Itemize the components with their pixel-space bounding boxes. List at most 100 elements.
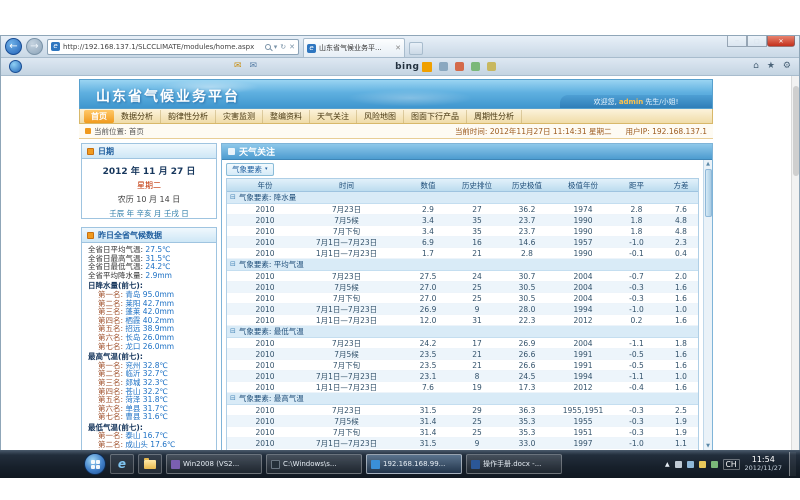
maximize-button[interactable]: □ bbox=[747, 36, 767, 47]
forward-button[interactable]: → bbox=[26, 38, 43, 55]
taskbar-window-button[interactable]: C:\Windows\s... bbox=[266, 454, 362, 474]
nav-item[interactable]: 周期性分析 bbox=[467, 110, 522, 123]
table-row[interactable]: 2010 7月5候 23.5 21 26.6 1991 -0.5 bbox=[227, 349, 698, 360]
table-row[interactable]: 2010 7月5候 31.4 25 35.3 1955 -0.3 bbox=[227, 416, 698, 427]
show-desktop-button[interactable] bbox=[789, 452, 796, 476]
table-cell: 2010 bbox=[241, 439, 289, 448]
taskbar-window-button[interactable]: Win2008 (VS2... bbox=[166, 454, 262, 474]
table-row[interactable]: 2010 7月23日 2.9 27 36.2 1974 2.8 bbox=[227, 204, 698, 215]
date-panel: 日期 2012 年 11 月 27 日 星期二 农历 10 月 14 日 壬辰 … bbox=[81, 143, 217, 219]
nav-item[interactable]: 灾害监测 bbox=[216, 110, 263, 123]
close-button[interactable]: ✕ bbox=[767, 36, 795, 47]
column-header[interactable]: 极值年份 bbox=[552, 180, 614, 191]
collapse-icon[interactable]: ⊟ bbox=[230, 261, 236, 268]
group-header[interactable]: ⊟ 气象要素: 最低气温 bbox=[227, 326, 698, 338]
group-header[interactable]: ⊟ 气象要素: 降水量 bbox=[227, 192, 698, 204]
toolbar-icon-4[interactable] bbox=[487, 62, 496, 71]
group-header[interactable]: ⊟ 气象要素: 最高气温 bbox=[227, 393, 698, 405]
taskbar-window-button[interactable]: 192.168.168.99... bbox=[366, 454, 462, 474]
collapse-icon[interactable]: ⊟ bbox=[230, 395, 236, 402]
table-cell: 30.7 bbox=[502, 272, 552, 281]
table-cell: 7月23日 bbox=[289, 271, 404, 282]
back-button[interactable]: ← bbox=[5, 38, 22, 55]
bing-search-icon[interactable] bbox=[422, 62, 432, 72]
home-icon[interactable]: ⌂ bbox=[753, 62, 759, 71]
column-header[interactable]: 方差 bbox=[659, 180, 703, 191]
toolbar-icon-3[interactable] bbox=[471, 62, 480, 71]
refresh-icon[interactable]: ↻ bbox=[280, 43, 286, 51]
chevron-down-icon[interactable]: ▾ bbox=[274, 43, 278, 51]
group-header[interactable]: ⊟ 气象要素: 平均气温 bbox=[227, 259, 698, 271]
table-row[interactable]: 2010 7月1日—7月23日 6.9 16 14.6 1957 -1.0 bbox=[227, 237, 698, 248]
table-cell: 1994 bbox=[552, 372, 614, 381]
taskbar-clock[interactable]: 11:54 2012/11/27 bbox=[745, 455, 784, 472]
table-row[interactable]: 2010 7月下旬 23.5 21 26.6 1991 -0.5 bbox=[227, 360, 698, 371]
column-header[interactable]: 数值 bbox=[404, 180, 452, 191]
search-icon[interactable] bbox=[265, 44, 271, 50]
network-icon[interactable] bbox=[711, 461, 718, 468]
tray-icon-3[interactable] bbox=[699, 461, 706, 468]
column-header[interactable]: 历史极值 bbox=[502, 180, 552, 191]
nav-item[interactable]: 风险地图 bbox=[357, 110, 404, 123]
tab-close-icon[interactable]: ✕ bbox=[395, 44, 401, 52]
tray-icon-1[interactable] bbox=[675, 461, 682, 468]
table-cell: 1991 bbox=[552, 350, 614, 359]
table-row[interactable]: 2010 7月下旬 3.4 35 23.7 1990 1.8 4 bbox=[227, 226, 698, 237]
table-row[interactable]: 2010 7月1日—7月23日 31.5 9 33.0 1997 -1.0 bbox=[227, 438, 698, 449]
taskbar-ie-icon[interactable]: e bbox=[110, 454, 134, 474]
panel-scrollbar[interactable]: ▲ ▼ bbox=[703, 160, 712, 450]
table-row[interactable]: 2010 7月下旬 31.4 25 35.3 1951 -0.3 bbox=[227, 427, 698, 438]
table-row[interactable]: 2010 7月5候 3.4 35 23.7 1990 1.8 4 bbox=[227, 215, 698, 226]
mail-icon[interactable]: ✉ bbox=[234, 62, 242, 71]
column-header[interactable]: 时间 bbox=[289, 180, 404, 191]
tray-expand-icon[interactable]: ▲ bbox=[665, 461, 670, 468]
collapse-icon[interactable]: ⊟ bbox=[230, 328, 236, 335]
minimize-button[interactable]: ─ bbox=[727, 36, 747, 47]
element-filter-button[interactable]: 气象要素 ▾ bbox=[226, 163, 274, 176]
nav-item[interactable]: 韵律性分析 bbox=[161, 110, 216, 123]
taskbar-window-button[interactable]: 操作手册.docx -... bbox=[466, 454, 562, 474]
scrollbar-thumb[interactable] bbox=[705, 169, 712, 217]
table-row[interactable]: 2010 7月下旬 27.0 25 30.5 2004 -0.3 bbox=[227, 293, 698, 304]
browser-tab[interactable]: e 山东省气候业务平... ✕ bbox=[303, 38, 405, 57]
bing-search[interactable]: bing bbox=[395, 62, 432, 72]
mail2-icon[interactable]: ✉ bbox=[250, 62, 258, 71]
browser-window: ← → e http://192.168.137.1/SLCCLIMATE/mo… bbox=[0, 35, 800, 450]
nav-item[interactable]: 首页 bbox=[84, 110, 114, 123]
table-cell: 2.8 bbox=[614, 205, 659, 214]
address-bar[interactable]: e http://192.168.137.1/SLCCLIMATE/module… bbox=[47, 39, 299, 55]
nav-item[interactable]: 图面下行产品 bbox=[404, 110, 467, 123]
stop-icon[interactable]: ✕ bbox=[289, 43, 295, 51]
scroll-up-icon[interactable]: ▲ bbox=[706, 160, 710, 168]
scroll-down-icon[interactable]: ▼ bbox=[706, 442, 710, 450]
table-row[interactable]: 2010 7月23日 27.5 24 30.7 2004 -0.7 bbox=[227, 271, 698, 282]
nav-item[interactable]: 数据分析 bbox=[114, 110, 161, 123]
table-row[interactable]: 2010 1月1日—7月23日 7.6 19 17.3 2012 -0.4 bbox=[227, 382, 698, 393]
column-header[interactable]: 历史排位 bbox=[452, 180, 502, 191]
tools-icon[interactable]: ⚙ bbox=[783, 62, 791, 71]
toolbar-icon-1[interactable] bbox=[439, 62, 448, 71]
table-row[interactable]: 2010 7月23日 31.5 29 36.3 1955,1951 -0.3 bbox=[227, 405, 698, 416]
language-indicator[interactable]: CH bbox=[723, 459, 740, 470]
browser-scrollbar[interactable] bbox=[791, 76, 799, 450]
favorites-icon[interactable]: ★ bbox=[767, 62, 775, 71]
toolbar-logo-icon[interactable] bbox=[9, 60, 22, 73]
column-header[interactable]: 年份 bbox=[241, 180, 289, 191]
table-row[interactable]: 2010 1月1日—7月23日 1.7 21 2.8 1990 -0.1 bbox=[227, 248, 698, 259]
table-row[interactable]: 2010 7月5候 27.0 25 30.5 2004 -0.3 bbox=[227, 282, 698, 293]
taskbar-explorer-icon[interactable] bbox=[138, 454, 162, 474]
table-row[interactable]: 2010 7月1日—7月23日 23.1 8 24.5 1994 -1.1 bbox=[227, 371, 698, 382]
column-header[interactable]: 距平 bbox=[614, 180, 659, 191]
collapse-icon[interactable]: ⊟ bbox=[230, 194, 236, 201]
new-tab-button[interactable] bbox=[409, 42, 423, 55]
table-row[interactable]: 2010 7月23日 24.2 17 26.9 2004 -1.1 bbox=[227, 338, 698, 349]
toolbar-icon-2[interactable] bbox=[455, 62, 464, 71]
nav-item[interactable]: 整编资料 bbox=[263, 110, 310, 123]
browser-scrollbar-thumb[interactable] bbox=[793, 86, 799, 176]
nav-item[interactable]: 天气关注 bbox=[310, 110, 357, 123]
start-button[interactable] bbox=[84, 453, 106, 475]
tray-icon-2[interactable] bbox=[687, 461, 694, 468]
table-row[interactable]: 2010 7月1日—7月23日 26.9 9 28.0 1994 -1.0 bbox=[227, 304, 698, 315]
table-row[interactable]: 2010 1月1日—7月23日 12.0 31 22.3 2012 0.2 bbox=[227, 315, 698, 326]
filter-toolbar: 气象要素 ▾ bbox=[222, 160, 703, 178]
